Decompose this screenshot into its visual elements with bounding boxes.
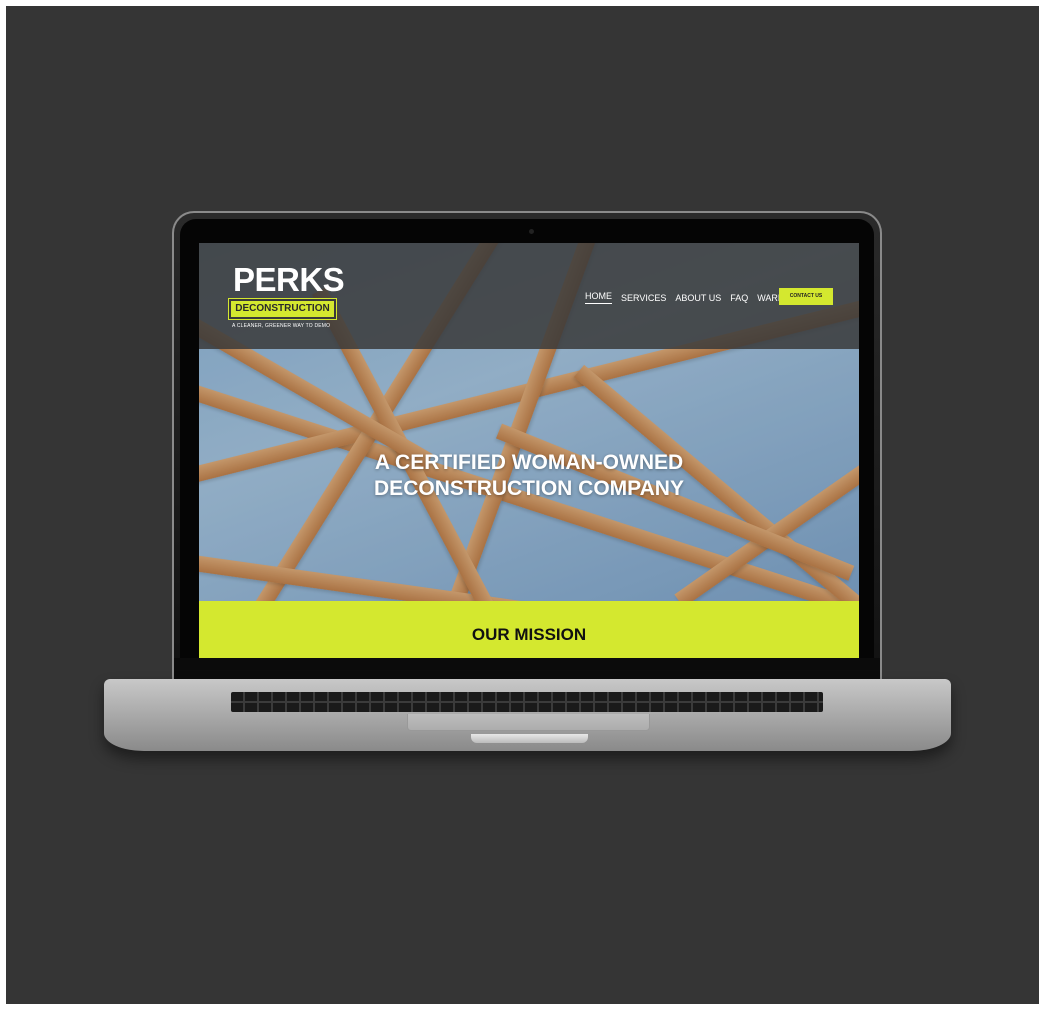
nav-item-faq[interactable]: FAQ (730, 293, 748, 303)
site-header: PERKS DECONSTRUCTION A CLEANER, GREENER … (199, 243, 859, 349)
logo-tagline: A CLEANER, GREENER WAY TO DEMO (232, 323, 331, 329)
hero-headline: A CERTIFIED WOMAN-OWNED DECONSTRUCTION C… (329, 450, 729, 502)
keyboard (231, 692, 823, 712)
nav-item-home[interactable]: HOME (585, 291, 612, 304)
nav-item-services[interactable]: SERVICES (621, 293, 666, 303)
trackpad (407, 714, 650, 731)
opening-notch (471, 734, 588, 743)
hero-headline-line2: DECONSTRUCTION COMPANY (374, 477, 684, 500)
nav-item-about-us[interactable]: ABOUT US (675, 293, 721, 303)
mission-section: OUR MISSION (199, 601, 859, 658)
logo-wordmark[interactable]: PERKS (233, 263, 345, 297)
laptop-screen: PERKS DECONSTRUCTION A CLEANER, GREENER … (199, 243, 859, 658)
hero-headline-line1: A CERTIFIED WOMAN-OWNED (374, 451, 684, 474)
contact-us-button[interactable]: CONTACT US (779, 288, 833, 305)
laptop-base (104, 679, 951, 751)
camera-icon (529, 229, 534, 234)
mission-title: OUR MISSION (471, 625, 587, 644)
logo-badge[interactable]: DECONSTRUCTION (228, 298, 337, 320)
